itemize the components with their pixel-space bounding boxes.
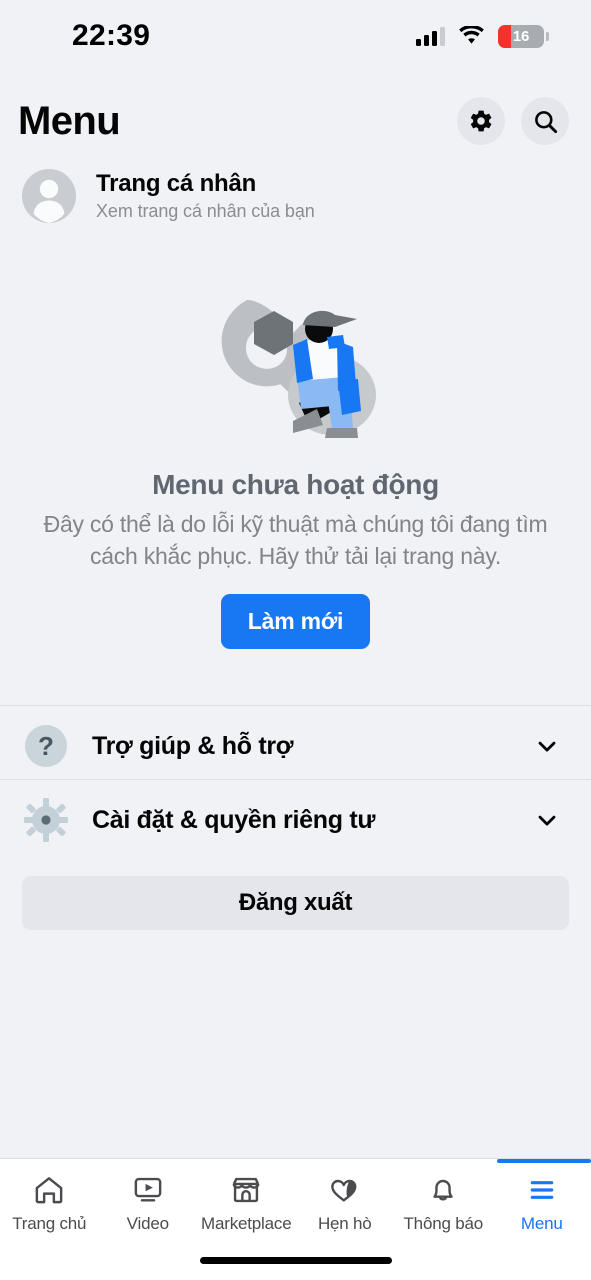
menu-item-help-label: Trợ giúp & hỗ trợ xyxy=(92,731,294,760)
home-icon xyxy=(35,1177,63,1204)
profile-row[interactable]: Trang cá nhân Xem trang cá nhân của bạn xyxy=(0,160,591,232)
home-indicator xyxy=(199,1257,392,1264)
chevron-down-icon xyxy=(538,741,556,752)
status-bar: 22:39 16 xyxy=(0,0,591,72)
section-divider-top xyxy=(0,705,591,706)
profile-text: Trang cá nhân Xem trang cá nhân của bạn xyxy=(96,170,315,222)
default-avatar-icon xyxy=(22,169,76,223)
error-description: Đây có thể là do lỗi kỹ thuật mà chúng t… xyxy=(43,511,548,569)
header-actions xyxy=(457,97,569,145)
error-state: Menu chưa hoạt động Đây có thể là do lỗi… xyxy=(0,285,591,649)
wrench-worker-illustration xyxy=(221,300,376,438)
status-indicators: 16 xyxy=(416,24,549,48)
menu-item-settings-privacy[interactable]: Cài đặt & quyền riêng tư xyxy=(0,783,591,857)
nav-item-menu[interactable]: Menu xyxy=(493,1159,591,1234)
search-icon xyxy=(534,110,557,133)
nav-label-notifications: Thông báo xyxy=(403,1214,484,1233)
nav-item-home[interactable]: Trang chủ xyxy=(0,1173,99,1234)
cellular-signal-icon xyxy=(416,26,445,46)
nav-label-marketplace: Marketplace xyxy=(201,1214,292,1233)
logout-button[interactable]: Đăng xuất xyxy=(22,876,569,930)
gear-icon xyxy=(470,110,492,132)
menu-divider xyxy=(0,779,591,780)
nav-item-dating[interactable]: Hẹn hò xyxy=(296,1173,395,1234)
active-tab-indicator xyxy=(497,1159,591,1163)
nav-label-home: Trang chủ xyxy=(12,1214,87,1233)
help-question-icon: ? xyxy=(25,725,67,767)
nav-item-marketplace[interactable]: Marketplace xyxy=(197,1173,296,1234)
dating-hearts-icon xyxy=(330,1179,357,1202)
bell-icon xyxy=(433,1179,453,1201)
menu-item-help[interactable]: ? Trợ giúp & hỗ trợ xyxy=(0,709,591,783)
video-icon xyxy=(134,1177,162,1202)
profile-name: Trang cá nhân xyxy=(96,170,257,198)
wifi-icon xyxy=(459,26,484,44)
app-screen: 22:39 16 Menu Trang cá nhân Xem trang cá… xyxy=(0,0,591,1280)
nav-item-video[interactable]: Video xyxy=(99,1173,198,1234)
refresh-button[interactable]: Làm mới xyxy=(220,594,371,649)
search-button[interactable] xyxy=(521,97,569,145)
battery-percent-label: 16 xyxy=(512,27,530,45)
menu-item-settings-label: Cài đặt & quyền riêng tư xyxy=(92,805,376,834)
svg-text:?: ? xyxy=(38,731,54,761)
nav-label-video: Video xyxy=(126,1214,169,1233)
nav-item-notifications[interactable]: Thông báo xyxy=(394,1173,493,1234)
settings-gear-icon xyxy=(24,798,68,842)
nav-label-menu: Menu xyxy=(520,1214,563,1233)
settings-button[interactable] xyxy=(457,97,505,145)
error-title: Menu chưa hoạt động xyxy=(152,469,439,500)
page-title: Menu xyxy=(18,98,121,143)
chevron-down-icon xyxy=(538,815,556,826)
nav-label-dating: Hẹn hò xyxy=(317,1214,372,1233)
profile-subtitle: Xem trang cá nhân của bạn xyxy=(96,200,315,221)
marketplace-icon xyxy=(232,1177,260,1203)
page-header: Menu xyxy=(0,86,591,156)
battery-low-icon: 16 xyxy=(498,24,549,48)
hamburger-icon xyxy=(530,1181,554,1199)
status-time: 22:39 xyxy=(72,19,151,52)
